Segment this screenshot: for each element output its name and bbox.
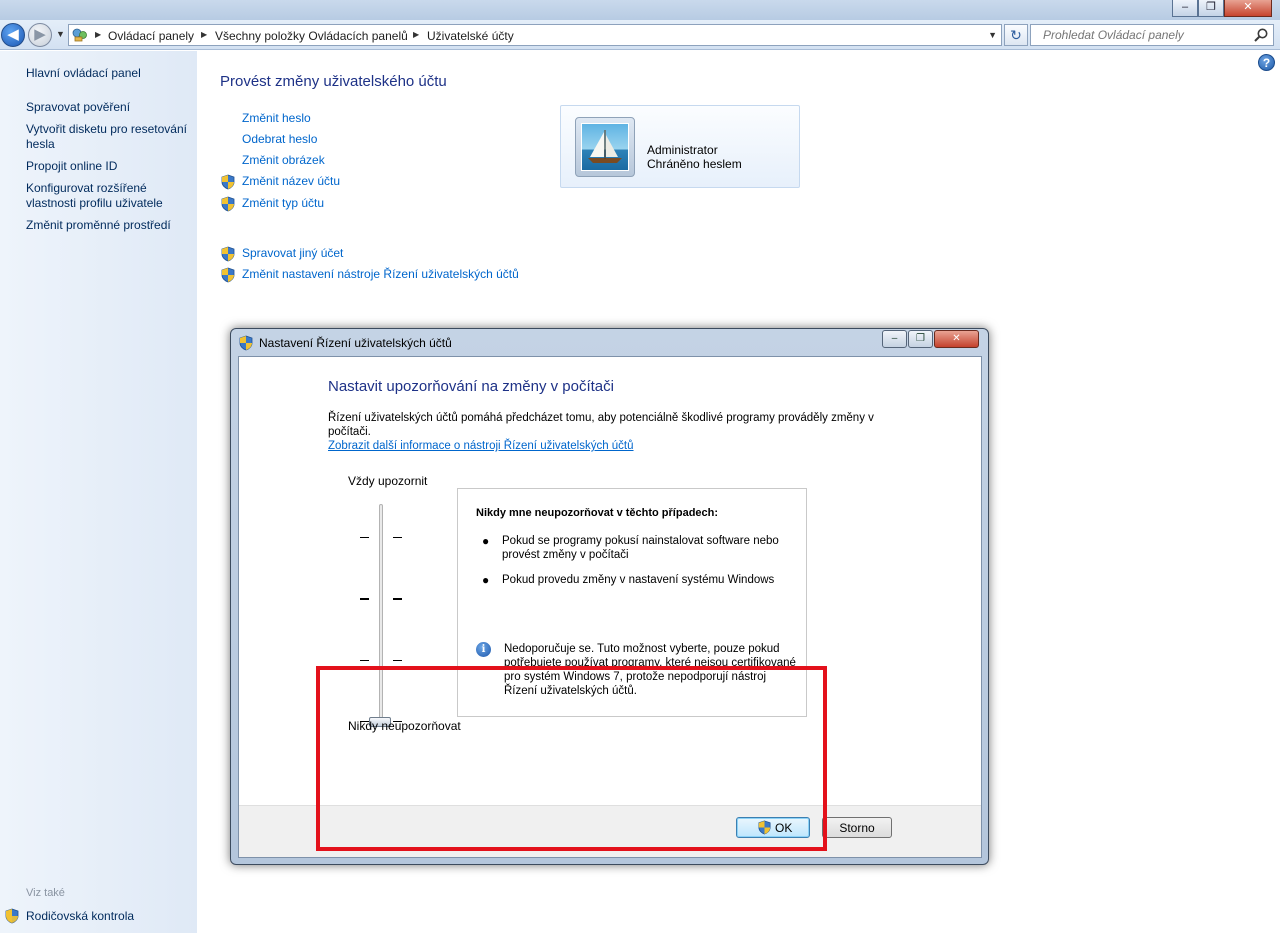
search-box[interactable]: [1030, 24, 1274, 46]
sidebar-item-password-reset-disk[interactable]: Vytvořit disketu pro resetování hesla: [26, 122, 194, 152]
slider-tick: [360, 660, 369, 661]
info-bullet: Pokud provedu změny v nastavení systému …: [502, 574, 775, 586]
info-title: Nikdy mne neupozorňovat v těchto případe…: [476, 507, 719, 519]
slider-tick: [393, 598, 402, 600]
dialog-maximize-button[interactable]: ❐: [908, 330, 933, 348]
breadcrumb-separator-icon[interactable]: ▶: [413, 30, 419, 39]
user-status: Chráněno heslem: [647, 157, 742, 171]
sidebar: Hlavní ovládací panel Spravovat pověření…: [0, 51, 197, 933]
change-account-type-link[interactable]: Změnit typ účtu: [242, 196, 324, 210]
breadcrumb-all-items[interactable]: Všechny položky Ovládacích panelů: [215, 29, 408, 43]
bullet-icon: ●: [482, 573, 490, 587]
breadcrumb-control-panel[interactable]: Ovládací panely: [108, 29, 194, 43]
recent-pages-dropdown-icon[interactable]: ▼: [56, 29, 65, 39]
cancel-button[interactable]: Storno: [822, 817, 892, 838]
info-icon: i: [476, 642, 491, 657]
address-history-dropdown-icon[interactable]: ▼: [988, 30, 997, 40]
breadcrumb-user-accounts[interactable]: Uživatelské účty: [427, 29, 514, 43]
notification-level-slider[interactable]: [379, 504, 383, 726]
dialog-title: Nastavení Řízení uživatelských účtů: [259, 336, 452, 350]
change-account-name-link[interactable]: Změnit název účtu: [242, 174, 340, 188]
dialog-minimize-button[interactable]: –: [882, 330, 907, 348]
help-icon[interactable]: ?: [1258, 54, 1275, 71]
avatar: [575, 117, 635, 177]
uac-shield-icon: [239, 335, 253, 351]
sidebar-item-environment-variables[interactable]: Změnit proměnné prostředí: [26, 218, 194, 233]
search-icon[interactable]: [1253, 27, 1269, 43]
dialog-close-button[interactable]: ✕: [934, 330, 979, 348]
uac-shield-icon: [221, 267, 235, 283]
parental-control-label[interactable]: Rodičovská kontrola: [26, 909, 134, 923]
bullet-icon: ●: [482, 534, 490, 548]
sidebar-item-control-panel-home[interactable]: Hlavní ovládací panel: [26, 66, 194, 81]
user-name: Administrator: [647, 143, 718, 157]
uac-shield-icon: [221, 174, 235, 190]
uac-shield-icon: [221, 246, 235, 262]
close-button[interactable]: ✕: [1224, 0, 1272, 17]
slider-tick: [393, 537, 402, 538]
more-info-link[interactable]: Zobrazit další informace o nástroji Říze…: [328, 440, 634, 452]
change-password-link[interactable]: Změnit heslo: [242, 111, 311, 125]
page-title: Provést změny uživatelského účtu: [220, 73, 447, 90]
sidebar-item-manage-credentials[interactable]: Spravovat pověření: [26, 100, 194, 115]
level-description-box: Nikdy mne neupozorňovat v těchto případe…: [457, 488, 807, 717]
remove-password-link[interactable]: Odebrat heslo: [242, 132, 317, 146]
slider-tick: [393, 660, 402, 661]
user-account-card: Administrator Chráněno heslem: [560, 105, 800, 188]
search-input[interactable]: [1031, 25, 1249, 45]
slider-tick: [360, 537, 369, 538]
info-bullet: Pokud se programy pokusí nainstalovat so…: [502, 535, 779, 561]
uac-shield-icon: [221, 196, 235, 212]
window-title-bar: – ❐ ✕: [0, 0, 1280, 20]
dialog-body: Nastavit upozorňování na změny v počítač…: [238, 356, 982, 858]
ok-button-label: OK: [775, 821, 793, 835]
back-button[interactable]: ◀: [1, 23, 25, 47]
uac-shield-icon: [758, 820, 771, 835]
sailboat-icon: [581, 123, 629, 171]
maximize-button[interactable]: ❐: [1198, 0, 1224, 17]
minimize-button[interactable]: –: [1172, 0, 1198, 17]
breadcrumb-separator-icon[interactable]: ▶: [201, 30, 207, 39]
uac-shield-icon: [5, 908, 19, 924]
slider-bottom-label: Nikdy neupozorňovat: [348, 719, 461, 733]
address-bar[interactable]: ▶ Ovládací panely ▶ Všechny položky Ovlá…: [68, 24, 1002, 46]
uac-settings-dialog: Nastavení Řízení uživatelských účtů – ❐ …: [230, 328, 989, 865]
info-note: Nedoporučuje se. Tuto možnost vyberte, p…: [504, 643, 796, 697]
sidebar-item-link-online-id[interactable]: Propojit online ID: [26, 159, 194, 174]
breadcrumb-separator-icon[interactable]: ▶: [95, 30, 101, 39]
manage-another-account-link[interactable]: Spravovat jiný účet: [242, 246, 343, 260]
dialog-description: Řízení uživatelských účtů pomáhá předchá…: [328, 412, 874, 438]
sidebar-item-profile-properties[interactable]: Konfigurovat rozšířené vlastnosti profil…: [26, 181, 194, 211]
see-also-heading: Viz také: [26, 887, 65, 899]
slider-tick: [360, 598, 369, 600]
uac-settings-link[interactable]: Změnit nastavení nástroje Řízení uživate…: [242, 267, 519, 281]
refresh-button[interactable]: ↻: [1004, 24, 1028, 46]
dialog-heading: Nastavit upozorňování na změny v počítač…: [328, 378, 614, 395]
control-panel-icon: [72, 28, 87, 42]
change-picture-link[interactable]: Změnit obrázek: [242, 153, 325, 167]
slider-top-label: Vždy upozornit: [348, 474, 428, 488]
ok-button[interactable]: OK: [736, 817, 810, 838]
forward-button[interactable]: ▶: [28, 23, 52, 47]
